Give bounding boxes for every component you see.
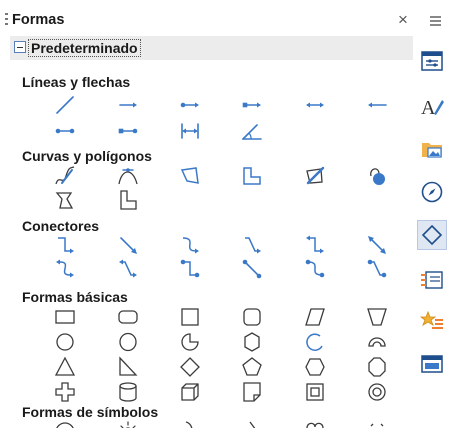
right-triangle-icon[interactable] — [116, 355, 140, 379]
line-square-circle-icon[interactable] — [116, 119, 140, 143]
animation-icon[interactable] — [417, 306, 447, 336]
section-title-lines: Líneas y flechas — [22, 74, 131, 90]
connector-circles-icon[interactable] — [178, 257, 202, 281]
panel-title: Formas — [12, 12, 65, 28]
can-icon[interactable] — [116, 380, 140, 404]
hamburger-menu-icon[interactable] — [419, 11, 445, 31]
trapezoid-icon[interactable] — [365, 305, 389, 329]
angle-line-icon[interactable] — [240, 119, 264, 143]
folded-corner-icon[interactable] — [240, 380, 264, 404]
sun-icon[interactable] — [116, 418, 140, 428]
parallelogram-icon[interactable] — [303, 305, 327, 329]
hexagon-icon[interactable] — [303, 355, 327, 379]
lightning-icon[interactable] — [240, 418, 264, 428]
square-icon[interactable] — [178, 305, 202, 329]
line-connector-arrows-icon[interactable] — [116, 257, 140, 281]
section-title-connectors: Conectores — [22, 218, 100, 234]
curve-icon[interactable] — [116, 164, 140, 188]
rounded-rectangle-icon[interactable] — [116, 305, 140, 329]
smiley-icon[interactable] — [53, 418, 77, 428]
category-header[interactable]: Predeterminado — [10, 36, 413, 60]
sidebar-deck: A — [413, 0, 450, 428]
category-label: Predeterminado — [28, 39, 141, 57]
octagon-alt-icon[interactable] — [365, 355, 389, 379]
connector-icon[interactable] — [53, 233, 77, 257]
drag-grip-icon[interactable] — [5, 13, 8, 28]
line-circle-arrow-icon[interactable] — [178, 93, 202, 117]
styles-icon[interactable]: A — [417, 91, 447, 121]
line-icon[interactable] — [53, 93, 77, 117]
section-title-curves: Curvas y polígonos — [22, 148, 152, 164]
freeform-filled-icon[interactable] — [303, 164, 327, 188]
isosceles-triangle-icon[interactable] — [53, 355, 77, 379]
rectangle-icon[interactable] — [53, 305, 77, 329]
cross-icon[interactable] — [53, 380, 77, 404]
line-ends-with-arrow-icon[interactable] — [116, 93, 140, 117]
moon-icon[interactable] — [178, 418, 202, 428]
shapes-icon[interactable] — [417, 220, 447, 250]
straight-connector-circles-icon[interactable] — [240, 257, 264, 281]
section-title-basic: Formas básicas — [22, 289, 128, 305]
octagon-icon[interactable] — [240, 330, 264, 354]
flower-icon[interactable] — [365, 418, 389, 428]
svg-text:A: A — [421, 97, 436, 118]
slide-transition-icon[interactable] — [417, 265, 447, 295]
shapes-panel: Formas × Predeterminado Líneas y flechas… — [0, 0, 413, 428]
panel-titlebar: Formas × — [0, 10, 413, 32]
curved-connector-icon[interactable] — [178, 233, 202, 257]
circle-icon[interactable] — [53, 330, 77, 354]
navigator-icon[interactable] — [417, 177, 447, 207]
curved-connector-circles-icon[interactable] — [303, 257, 327, 281]
line-starts-with-arrow-icon[interactable] — [365, 93, 389, 117]
heart-icon[interactable] — [303, 418, 327, 428]
straight-connector-icon[interactable] — [116, 233, 140, 257]
arc-icon[interactable] — [303, 330, 327, 354]
close-icon[interactable]: × — [398, 11, 408, 29]
double-arrow-line-icon[interactable] — [303, 93, 327, 117]
polygon-filled-icon[interactable] — [53, 188, 77, 212]
properties-icon[interactable] — [417, 46, 447, 76]
collapse-icon[interactable] — [14, 41, 26, 53]
dimension-line-icon[interactable] — [178, 119, 202, 143]
rounded-square-icon[interactable] — [240, 305, 264, 329]
polygon-45-icon[interactable] — [240, 164, 264, 188]
diamond-icon[interactable] — [178, 355, 202, 379]
block-arc-icon[interactable] — [365, 330, 389, 354]
curved-connector-arrows-icon[interactable] — [53, 257, 77, 281]
line-connector-icon[interactable] — [240, 233, 264, 257]
ring-icon[interactable] — [365, 380, 389, 404]
pentagon-icon[interactable] — [240, 355, 264, 379]
line-connector-circles-icon[interactable] — [365, 257, 389, 281]
circle-pie-icon[interactable] — [178, 330, 202, 354]
cube-icon[interactable] — [178, 380, 202, 404]
polygon-icon[interactable] — [178, 164, 202, 188]
line-square-arrow-icon[interactable] — [240, 93, 264, 117]
straight-connector-arrow-icon[interactable] — [365, 233, 389, 257]
ellipse-icon[interactable] — [116, 330, 140, 354]
curve-filled-icon[interactable] — [365, 164, 389, 188]
frame-icon[interactable] — [303, 380, 327, 404]
line-circle-circle-icon[interactable] — [53, 119, 77, 143]
connector-ends-arrow-icon[interactable] — [303, 233, 327, 257]
master-slides-icon[interactable] — [417, 349, 447, 379]
polygon-45-filled-icon[interactable] — [116, 188, 140, 212]
freeform-line-icon[interactable] — [53, 164, 77, 188]
gallery-icon[interactable] — [417, 134, 447, 164]
